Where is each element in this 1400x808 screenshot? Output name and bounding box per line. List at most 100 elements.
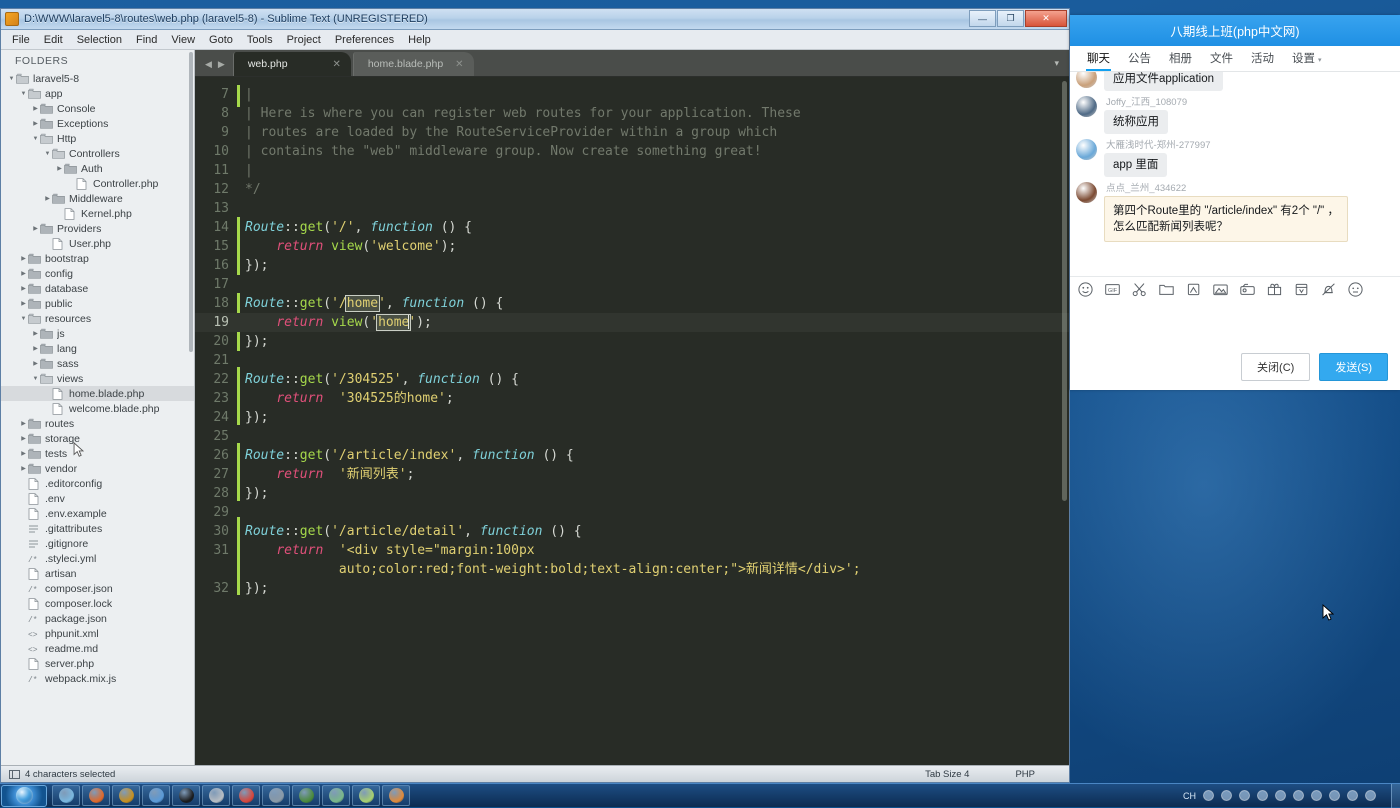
sublime-menubar[interactable]: FileEditSelectionFindViewGotoToolsProjec…	[1, 30, 1069, 50]
tree-item-env[interactable]: .env	[1, 491, 194, 506]
menu-tools[interactable]: Tools	[240, 32, 280, 48]
close-button[interactable]: ✕	[1025, 10, 1067, 27]
chevron-right-icon[interactable]: ▶	[43, 196, 52, 202]
code-line[interactable]: return '新闻列表';	[237, 465, 1069, 484]
tree-item-bootstrap[interactable]: ▶ bootstrap	[1, 251, 194, 266]
tree-item-controllers[interactable]: ▼ Controllers	[1, 146, 194, 161]
code-editor[interactable]: 7891011121314151617181920212223242526272…	[195, 77, 1069, 765]
help-icon[interactable]	[1328, 789, 1341, 802]
qq-message-list[interactable]: 应用文件applicationJoffy_江西_108079统称应用大雁浅时代-…	[1070, 72, 1400, 276]
tree-item-routes[interactable]: ▶ routes	[1, 416, 194, 431]
task-item-doc[interactable]	[262, 785, 290, 806]
task-item-chrome2[interactable]	[142, 785, 170, 806]
sidebar-toggle-icon[interactable]	[9, 769, 20, 780]
tree-item-composer-json[interactable]: /*composer.json	[1, 581, 194, 596]
tree-item-http[interactable]: ▼ Http	[1, 131, 194, 146]
tree-item-app[interactable]: ▼ app	[1, 86, 194, 101]
tree-item-exceptions[interactable]: ▶ Exceptions	[1, 116, 194, 131]
tree-item-user-php[interactable]: User.php	[1, 236, 194, 251]
code-line[interactable]: });	[237, 484, 1069, 503]
tab-close-icon[interactable]: ✕	[332, 59, 340, 70]
tree-item-editorconfig[interactable]: .editorconfig	[1, 476, 194, 491]
close-chat-button[interactable]: 关闭(C)	[1241, 353, 1310, 381]
face-icon[interactable]	[1348, 282, 1363, 297]
tab-close-icon[interactable]: ✕	[455, 59, 463, 70]
chevron-right-icon[interactable]: ▶	[31, 121, 40, 127]
task-item-firefox[interactable]	[82, 785, 110, 806]
code-line[interactable]: */	[237, 180, 1069, 199]
tree-item-js[interactable]: ▶ js	[1, 326, 194, 341]
sidebar-scrollbar[interactable]	[189, 52, 193, 352]
tree-item-console[interactable]: ▶ Console	[1, 101, 194, 116]
tree-item-middleware[interactable]: ▶ Middleware	[1, 191, 194, 206]
tree-item-package-json[interactable]: /*package.json	[1, 611, 194, 626]
tree-item-views[interactable]: ▼ views	[1, 371, 194, 386]
statusbar-syntax[interactable]: PHP	[1015, 769, 1035, 780]
qq-action-buttons[interactable]: 关闭(C) 发送(S)	[1070, 350, 1400, 390]
send-message-button[interactable]: 发送(S)	[1319, 353, 1388, 381]
tree-item-storage[interactable]: ▶ storage	[1, 431, 194, 446]
tree-item-auth[interactable]: ▶ Auth	[1, 161, 194, 176]
chevron-right-icon[interactable]: ▶	[19, 466, 28, 472]
code-line[interactable]: | routes are loaded by the RouteServiceP…	[237, 123, 1069, 142]
mute-bell-icon[interactable]	[1321, 282, 1336, 297]
avatar[interactable]	[1076, 72, 1097, 88]
chevron-down-icon[interactable]: ▼	[7, 76, 16, 82]
maximize-button[interactable]: ❐	[997, 10, 1024, 27]
tree-item-sass[interactable]: ▶ sass	[1, 356, 194, 371]
code-line[interactable]: | contains the "web" middleware group. N…	[237, 142, 1069, 161]
tree-item-home-blade-php[interactable]: home.blade.php	[1, 386, 194, 401]
tree-item-database[interactable]: ▶ database	[1, 281, 194, 296]
code-line[interactable]	[237, 351, 1069, 370]
editor-vertical-scrollbar[interactable]	[1062, 81, 1067, 501]
tree-item-controller-php[interactable]: Controller.php	[1, 176, 194, 191]
file-tree-list[interactable]: ▼ laravel5-8▼ app▶ Console▶ Exceptions▼ …	[1, 71, 194, 686]
task-item-notepad[interactable]	[352, 785, 380, 806]
tree-item-server-php[interactable]: server.php	[1, 656, 194, 671]
chevron-right-icon[interactable]: ▶	[19, 451, 28, 457]
editor-tab-home-blade-php[interactable]: home.blade.php✕	[353, 52, 474, 76]
chevron-down-icon[interactable]: ▼	[43, 151, 52, 157]
system-tray[interactable]: CH	[1183, 789, 1387, 802]
tree-item-resources[interactable]: ▼ resources	[1, 311, 194, 326]
task-item-chrome1[interactable]	[52, 785, 80, 806]
editor-tabbar[interactable]: ◀ ▶ web.php✕home.blade.php✕ ▾	[195, 50, 1069, 77]
network-icon[interactable]	[1256, 789, 1269, 802]
code-line[interactable]: Route::get('/article/detail', function (…	[237, 522, 1069, 541]
chevron-down-icon[interactable]: ▼	[31, 136, 40, 142]
tree-item-composer-lock[interactable]: composer.lock	[1, 596, 194, 611]
code-line[interactable]	[237, 427, 1069, 446]
task-item-qq-orange[interactable]	[382, 785, 410, 806]
tab-overflow-menu-icon[interactable]: ▾	[1054, 58, 1059, 69]
menu-find[interactable]: Find	[129, 32, 164, 48]
tree-item-gitignore[interactable]: .gitignore	[1, 536, 194, 551]
qq-tab-strip[interactable]: 聊天公告相册文件活动设置▾	[1070, 46, 1400, 72]
chevron-right-icon[interactable]: ▶	[19, 436, 28, 442]
chevron-right-icon[interactable]: ▶	[31, 226, 40, 232]
code-line[interactable]	[237, 199, 1069, 218]
chevron-right-icon[interactable]: ▶	[31, 346, 40, 352]
tree-item-tests[interactable]: ▶ tests	[1, 446, 194, 461]
tree-item-public[interactable]: ▶ public	[1, 296, 194, 311]
code-line[interactable]: |	[237, 161, 1069, 180]
code-line[interactable]: return '304525的home';	[237, 389, 1069, 408]
tree-item-providers[interactable]: ▶ Providers	[1, 221, 194, 236]
avatar[interactable]	[1076, 139, 1097, 160]
tab-next-icon[interactable]: ▶	[218, 59, 225, 70]
qq-tab-0[interactable]: 聊天	[1078, 47, 1119, 70]
show-desktop-button[interactable]	[1391, 784, 1400, 808]
gif-icon[interactable]: GIF	[1105, 282, 1120, 297]
tree-item-kernel-php[interactable]: Kernel.php	[1, 206, 194, 221]
image-icon[interactable]	[1213, 282, 1228, 297]
task-item-sublime[interactable]	[112, 785, 140, 806]
chevron-right-icon[interactable]: ▶	[31, 361, 40, 367]
tree-item-readme-md[interactable]: <>readme.md	[1, 641, 194, 656]
tree-item-styleci-yml[interactable]: /*.styleci.yml	[1, 551, 194, 566]
qq-tab-5[interactable]: 设置▾	[1283, 47, 1331, 70]
emoji-history-icon[interactable]	[1240, 282, 1255, 297]
moon-icon[interactable]	[1238, 789, 1251, 802]
qq-tab-2[interactable]: 相册	[1160, 47, 1201, 70]
menu-selection[interactable]: Selection	[70, 32, 129, 48]
qq-tab-4[interactable]: 活动	[1242, 47, 1283, 70]
tree-item-vendor[interactable]: ▶ vendor	[1, 461, 194, 476]
